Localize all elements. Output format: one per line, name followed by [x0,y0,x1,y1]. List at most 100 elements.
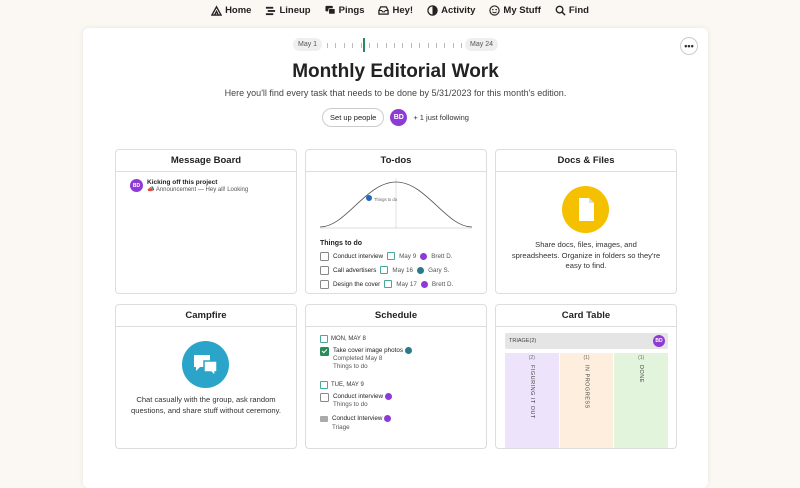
schedule-day: MON, MAY 8 [320,335,486,343]
todos-card[interactable]: To-dos Things to do Things to do Conduct… [305,149,487,294]
column-count: (1) [583,355,590,361]
nav-activity-label: Activity [441,4,476,16]
todo-assignee: Brett D. [431,252,453,260]
chat-bubbles-icon [182,341,229,388]
card-table-card[interactable]: Card Table TRIAGE(2) BD (2) FIGURING IT … [495,304,677,449]
docs-files-card[interactable]: Docs & Files Share docs, files, images, … [495,149,677,294]
avatar: BD [130,179,143,192]
schedule-event[interactable]: Conduct interview Things to do [320,393,486,409]
triage-count: (2) [529,338,537,344]
event-list: Things to do [333,401,368,409]
schedule-event[interactable]: Take cover image photos Completed May 8 … [320,347,486,371]
message-board-card[interactable]: Message Board BD Kicking off this projec… [115,149,297,294]
card-icon [320,416,328,423]
message-title: Kicking off this project [147,179,218,186]
campfire-card[interactable]: Campfire Chat casually with the group, a… [115,304,297,449]
todo-checkbox[interactable] [320,265,329,275]
avatar [404,347,412,354]
event-title: Conduct Interview [332,415,383,423]
nav-my-stuff-label: My Stuff [503,4,541,16]
pings-icon [325,5,336,15]
todo-checkbox[interactable] [320,279,329,289]
nav-pings-label: Pings [338,4,365,16]
avatar [384,415,392,423]
column-done[interactable]: (1) DONE [614,353,669,448]
avatar: BD [653,335,665,347]
nav-activity[interactable]: Activity [427,5,475,16]
todo-date: May 9 [399,252,417,260]
nav-pings[interactable]: Pings [325,4,365,16]
todo-date: May 16 [392,266,414,274]
campfire-description: Chat casually with the group, ask random… [131,395,281,415]
schedule-title: Schedule [306,305,486,327]
todo-item[interactable]: Call advertisers May 16 Gary S. [320,265,486,275]
todo-checkbox[interactable] [320,347,329,356]
nav-home-label: Home [225,4,252,16]
timeline-end: May 24 [465,38,498,51]
schedule-card[interactable]: Schedule MON, MAY 8 Take cover image pho… [305,304,487,449]
triage-header[interactable]: TRIAGE(2) BD [505,333,668,349]
search-icon [555,5,566,16]
set-up-people-button[interactable]: Set up people [322,108,385,127]
hill-label: Things to do [374,197,398,202]
calendar-icon [320,381,328,390]
nav-find-label: Find [568,4,589,16]
todo-checkbox[interactable] [320,251,329,261]
calendar-icon [380,266,389,274]
calendar-icon [384,280,393,288]
campfire-title: Campfire [116,305,296,327]
column-count: (1) [638,355,645,361]
project-description: Here you'll find every task that needs t… [224,88,567,98]
todo-assignee: Gary S. [428,266,450,274]
event-status: Completed May 8 [333,355,383,363]
calendar-icon [320,335,328,343]
avatar [420,252,428,260]
column-label: IN PROGRESS [583,365,590,409]
card-table-columns: (2) FIGURING IT OUT (1) IN PROGRESS (1) … [505,353,669,448]
nav-hey[interactable]: Hey! [378,5,413,16]
following-count[interactable]: + 1 just following [413,113,469,122]
calendar-icon [387,252,396,260]
more-options-button[interactable]: ••• [680,37,698,55]
docs-description: Share docs, files, images, and spreadshe… [511,240,661,270]
ellipsis-icon: ••• [684,40,694,51]
project-sheet: May 1 May 24 ••• Monthly Editorial Work … [83,28,708,488]
event-list: Triage [332,423,350,431]
todos-title: To-dos [306,150,486,172]
todo-list-title: Things to do [320,240,362,247]
event-title: Conduct interview [333,393,384,401]
hey-icon [378,5,390,15]
column-label: FIGURING IT OUT [528,365,535,419]
document-icon [562,186,609,233]
avatar [420,280,428,288]
todo-item[interactable]: Conduct interview May 9 Brett D. [320,251,486,261]
todo-label: Call advertisers [333,266,377,274]
hill-dot[interactable] [366,195,372,201]
activity-icon [427,4,438,16]
avatar [384,393,392,401]
message-board-title: Message Board [116,150,296,172]
home-icon [211,4,223,16]
top-nav: Home Lineup Pings Hey! Activity My Stuff… [0,0,800,20]
people-row: Set up people BD + 1 just following [83,108,708,127]
avatar[interactable]: BD [390,109,408,126]
timeline[interactable]: May 1 May 24 [293,38,498,52]
schedule-event[interactable]: Conduct Interview Triage [320,415,486,431]
message-item[interactable]: BD Kicking off this project 📣 Announceme… [116,172,296,193]
todo-assignee: Brett D. [431,280,454,288]
todo-date: May 17 [396,280,417,288]
timeline-ticks [327,40,462,50]
todo-item[interactable]: Design the cover May 17 Brett D. [320,279,486,289]
nav-hey-label: Hey! [392,4,414,16]
megaphone-icon: 📣 [147,187,155,193]
column-figuring-it-out[interactable]: (2) FIGURING IT OUT [505,353,559,448]
nav-lineup[interactable]: Lineup [265,5,311,16]
nav-my-stuff[interactable]: My Stuff [489,4,541,16]
nav-home[interactable]: Home [211,5,251,16]
event-title: Take cover image photos [333,347,404,355]
todo-checkbox[interactable] [320,393,329,403]
avatar [417,266,425,274]
column-in-progress[interactable]: (1) IN PROGRESS [559,353,614,448]
hill-chart: Things to do [319,178,473,229]
nav-find[interactable]: Find [555,5,589,16]
